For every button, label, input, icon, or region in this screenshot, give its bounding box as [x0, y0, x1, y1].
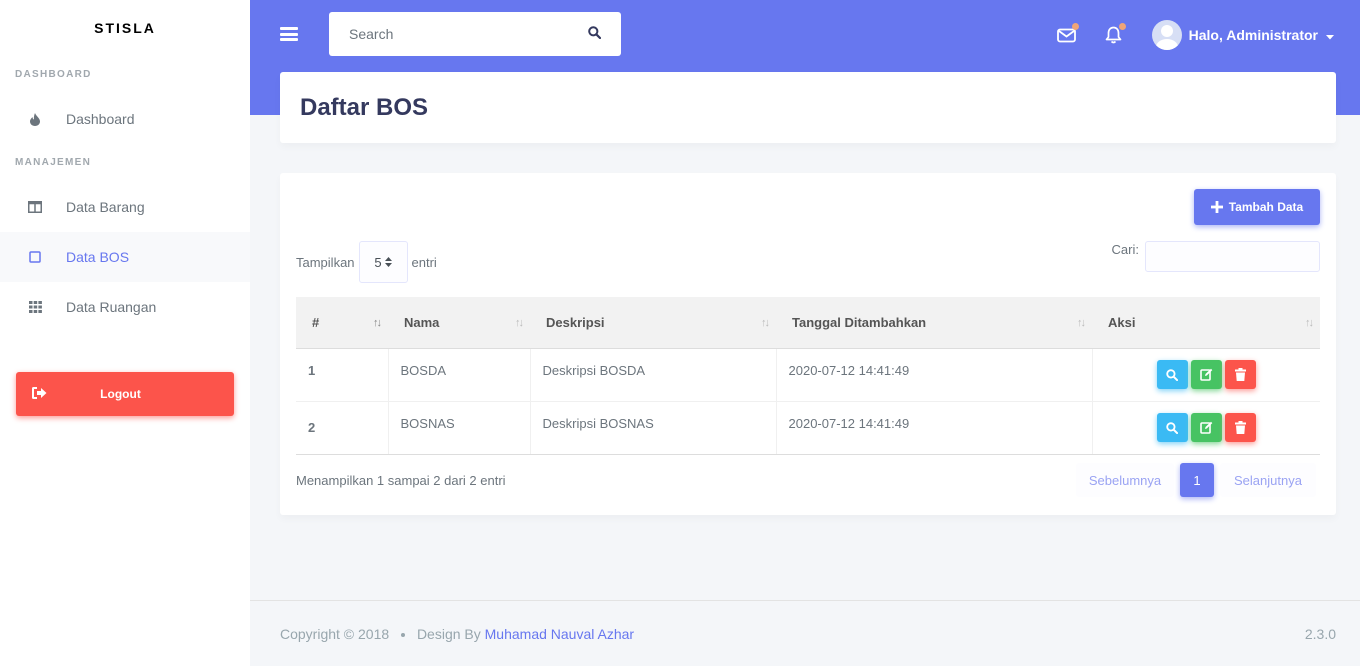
row-nama: BOSNAS — [387, 401, 530, 455]
caret-down-icon — [1326, 27, 1334, 43]
copyright-text: Copyright © 2018 — [280, 625, 390, 642]
pagination-page-1[interactable]: 1 — [1180, 463, 1214, 497]
row-actions — [1091, 401, 1320, 455]
page-title: Daftar BOS — [300, 93, 429, 121]
user-menu[interactable]: Halo, Administrator — [1151, 20, 1334, 50]
sidebar-item-label: Dashboard — [66, 111, 135, 127]
sidebar-item-data-bos[interactable]: Data BOS — [0, 232, 250, 282]
view-button[interactable] — [1156, 360, 1188, 389]
sidebar-item-label: Data BOS — [66, 249, 130, 265]
grid-icon — [27, 299, 43, 315]
footer-left: Copyright © 2018 Design By Muhamad Nauva… — [280, 626, 634, 642]
entries-select-value: 5 — [374, 254, 382, 270]
sort-icon: ↑↓ — [373, 317, 382, 329]
add-data-label: Tambah Data — [1228, 200, 1304, 214]
sort-updown-icon — [384, 255, 392, 270]
search-icon — [1166, 368, 1179, 381]
row-actions — [1091, 348, 1320, 402]
row-nama: BOSDA — [387, 348, 530, 402]
design-by-text: Design By — [416, 625, 481, 642]
menu-toggle-icon[interactable] — [280, 25, 298, 43]
sort-icon: ↑↓ — [515, 317, 524, 329]
menu-header-dashboard: DASHBOARD — [15, 69, 92, 80]
author-link[interactable]: Muhamad Nauval Azhar — [485, 626, 634, 642]
sidebar: STISLA DASHBOARD Dashboard MANAJEMEN Dat… — [0, 0, 250, 666]
length-prefix: Tampilkan — [296, 254, 355, 270]
sidebar-item-label: Data Ruangan — [66, 299, 157, 315]
logout-button[interactable]: Logout — [16, 372, 234, 416]
plus-icon — [1210, 198, 1223, 216]
table-filter: Cari: — [1112, 241, 1320, 272]
row-number: 1 — [296, 348, 388, 402]
view-button[interactable] — [1156, 413, 1188, 442]
row-deskripsi: Deskripsi BOSDA — [529, 348, 776, 402]
menu-header-manajemen: MANAJEMEN — [15, 157, 92, 168]
sort-icon: ↑↓ — [761, 317, 770, 329]
notification-dot — [1071, 23, 1079, 30]
column-header-no[interactable]: # ↑↓ — [296, 297, 388, 349]
column-header-nama[interactable]: Nama ↑↓ — [388, 297, 530, 349]
fire-icon — [27, 111, 43, 127]
add-data-button[interactable]: Tambah Data — [1194, 189, 1320, 225]
entries-select[interactable]: 5 — [358, 241, 408, 283]
row-tanggal: 2020-07-12 14:41:49 — [775, 348, 1092, 402]
filter-label: Cari: — [1111, 241, 1139, 257]
search-icon — [1166, 421, 1179, 434]
sign-out-icon — [32, 386, 47, 402]
column-header-tanggal[interactable]: Tanggal Ditambahkan ↑↓ — [776, 297, 1092, 349]
table-row: 2 BOSNAS Deskripsi BOSNAS 2020-07-12 14:… — [296, 401, 1320, 455]
column-header-aksi[interactable]: Aksi ↑↓ — [1092, 297, 1320, 349]
length-suffix: entri — [411, 254, 437, 270]
footer: Copyright © 2018 Design By Muhamad Nauva… — [250, 600, 1360, 666]
column-header-deskripsi[interactable]: Deskripsi ↑↓ — [530, 297, 776, 349]
columns-icon — [27, 199, 43, 215]
bell-icon[interactable] — [1102, 23, 1126, 47]
delete-button[interactable] — [1224, 360, 1256, 389]
envelope-icon[interactable] — [1055, 23, 1079, 47]
table-header-row: # ↑↓ Nama ↑↓ Deskripsi ↑↓ Tanggal Ditambahk… — [296, 297, 1320, 349]
edit-icon — [1199, 368, 1213, 381]
table-search-input[interactable] — [1145, 241, 1320, 272]
search-box[interactable]: Search — [329, 12, 621, 56]
trash-icon — [1234, 421, 1246, 434]
entries-length-control: Tampilkan 5 entri — [296, 241, 437, 283]
bullet-separator — [401, 632, 406, 637]
delete-button[interactable] — [1224, 413, 1256, 442]
section-header: Daftar BOS — [280, 72, 1336, 143]
square-icon — [27, 249, 43, 265]
brand-logo[interactable]: STISLA — [0, 0, 250, 56]
search-input[interactable]: Search — [349, 26, 588, 42]
row-tanggal: 2020-07-12 14:41:49 — [775, 401, 1092, 455]
pagination: Sebelumnya 1 Selanjutnya — [1076, 463, 1316, 497]
sidebar-item-dashboard[interactable]: Dashboard — [0, 94, 250, 144]
sidebar-item-label: Data Barang — [66, 199, 145, 215]
search-icon[interactable] — [588, 26, 602, 42]
edit-button[interactable] — [1190, 360, 1222, 389]
user-greeting: Halo, Administrator — [1188, 27, 1318, 43]
sort-icon: ↑↓ — [1077, 317, 1086, 329]
edit-icon — [1199, 421, 1213, 434]
logout-label: Logout — [100, 387, 141, 401]
sidebar-item-data-barang[interactable]: Data Barang — [0, 182, 250, 232]
sort-icon: ↑↓ — [1305, 317, 1314, 329]
avatar — [1151, 20, 1182, 50]
row-deskripsi: Deskripsi BOSNAS — [529, 401, 776, 455]
navbar: Search Halo, Administrator — [250, 0, 1360, 70]
notification-dot — [1118, 23, 1126, 30]
version-text: 2.3.0 — [1304, 625, 1336, 642]
sidebar-item-data-ruangan[interactable]: Data Ruangan — [0, 282, 250, 332]
row-number: 2 — [296, 401, 388, 455]
data-table: # ↑↓ Nama ↑↓ Deskripsi ↑↓ Tanggal Ditambahk… — [296, 297, 1320, 455]
edit-button[interactable] — [1190, 413, 1222, 442]
table-info: Menampilkan 1 sampai 2 dari 2 entri — [296, 473, 506, 488]
pagination-previous[interactable]: Sebelumnya — [1076, 463, 1174, 497]
pagination-next[interactable]: Selanjutnya — [1220, 463, 1316, 497]
table-row: 1 BOSDA Deskripsi BOSDA 2020-07-12 14:41… — [296, 348, 1320, 402]
trash-icon — [1234, 368, 1246, 381]
data-card: Tambah Data Tampilkan 5 entri Cari: # ↑↓ … — [280, 173, 1336, 515]
